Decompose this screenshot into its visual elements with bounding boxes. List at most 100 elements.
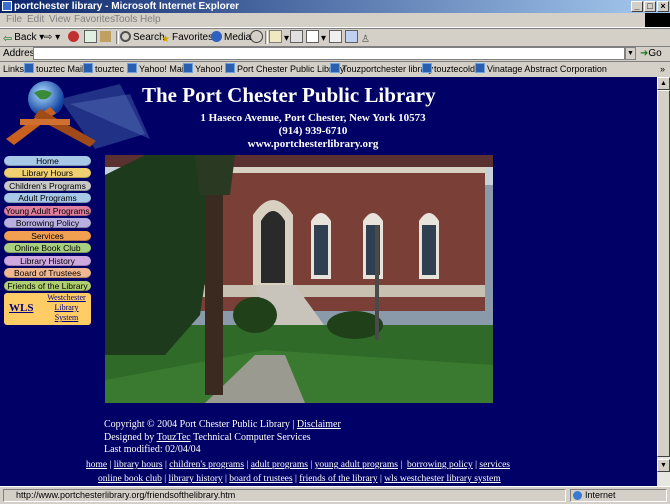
close-button[interactable]: × [657, 1, 669, 12]
nav-borrowing-policy[interactable]: Borrowing Policy [4, 218, 91, 228]
favorites-button[interactable]: ★ Favorites [161, 30, 213, 45]
footer-designer-line: Designed by TouzTec Technical Computer S… [104, 432, 311, 443]
history-button[interactable] [250, 30, 265, 45]
bottom-link-online-book-club[interactable]: online book club [98, 474, 162, 484]
media-icon [211, 31, 222, 42]
bottom-link-board-of-trustees[interactable]: board of trustees [229, 474, 292, 484]
link-yahoo[interactable]: Yahoo! [183, 62, 223, 77]
link-yahoo-mail[interactable]: Yahoo! Mail [127, 62, 186, 77]
internet-globe-icon [573, 491, 582, 500]
nav-board-of-trustees[interactable]: Board of Trustees [4, 268, 91, 278]
vertical-scrollbar[interactable]: ▲ ▼ [657, 77, 670, 486]
library-website: www.portchesterlibrary.org [247, 138, 379, 150]
minimize-button[interactable]: _ [631, 1, 643, 12]
menu-tools[interactable]: Tools [114, 13, 137, 27]
toolbar: ⇦ Back ▾ ⇨ ▾ Search ★ Favorites Media ▾ ▾ … [0, 28, 670, 47]
wls-link-box[interactable]: WLS Westchester Library System [4, 293, 91, 325]
menu-file[interactable]: File [6, 13, 22, 27]
nav-young-adult-programs[interactable]: Young Adult Programs [4, 206, 91, 216]
scroll-thumb[interactable] [657, 90, 670, 457]
back-arrow-icon: ⇦ [3, 33, 13, 45]
search-button[interactable]: Search [120, 30, 165, 45]
bottom-nav-row-1: home | library hours | children's progra… [86, 460, 510, 470]
wls-name: Westchester Library System [47, 293, 86, 322]
print-button[interactable] [290, 30, 305, 45]
back-button[interactable]: ⇦ Back ▾ [3, 30, 44, 45]
link-touztec[interactable]: touztec [83, 62, 124, 77]
link-touztec-mail[interactable]: touztec Mail [24, 62, 84, 77]
research-icon [345, 30, 358, 43]
nav-services[interactable]: Services [4, 231, 91, 241]
library-address: 1 Haseco Avenue, Port Chester, New York … [200, 112, 426, 124]
address-input[interactable] [33, 47, 625, 60]
bottom-link-library-hours[interactable]: library hours [114, 460, 163, 470]
home-button[interactable] [100, 30, 113, 45]
menu-help[interactable]: Help [140, 13, 161, 27]
links-overflow-chevron[interactable]: » [660, 62, 665, 77]
research-button[interactable] [345, 30, 360, 45]
disclaimer-link[interactable]: Disclaimer [297, 419, 341, 430]
menu-view[interactable]: View [49, 13, 71, 27]
refresh-icon [84, 30, 97, 43]
link-vinatage-abstract[interactable]: Vinatage Abstract Corporation [475, 62, 607, 77]
nav-adult-programs[interactable]: Adult Programs [4, 193, 91, 203]
nav-library-history[interactable]: Library History [4, 256, 91, 266]
nav-friends-of-the-library[interactable]: Friends of the Library [4, 281, 91, 291]
forward-button[interactable]: ⇨ ▾ [44, 30, 60, 45]
media-button[interactable]: Media [211, 30, 251, 45]
messenger-button[interactable]: ♙ [361, 30, 372, 45]
bottom-link-borrowing-policy[interactable]: borrowing policy [407, 460, 473, 470]
touztec-link[interactable]: TouzTec [157, 432, 191, 443]
refresh-button[interactable] [84, 30, 99, 45]
bottom-link-library-history[interactable]: library history [169, 474, 223, 484]
stop-button[interactable] [68, 30, 81, 45]
discuss-button[interactable] [329, 30, 344, 45]
stop-icon [68, 31, 79, 42]
scroll-up-button[interactable]: ▲ [657, 77, 670, 90]
library-logo [6, 81, 150, 149]
mail-button[interactable]: ▾ [269, 30, 289, 45]
library-phone: (914) 939-6710 [278, 125, 348, 137]
library-building-photo [105, 155, 493, 403]
status-bar: http://www.portchesterlibrary.org/friend… [0, 486, 670, 504]
menu-edit[interactable]: Edit [27, 13, 44, 27]
page-title: The Port Chester Public Library [142, 83, 436, 107]
star-icon: ★ [161, 34, 170, 45]
link-touztecold[interactable]: touztecold [422, 62, 475, 77]
go-button[interactable]: ➜Go [640, 47, 662, 60]
link-touzportchester-library[interactable]: Touzportchester library [330, 62, 433, 77]
address-bar: Address ▼ ➜Go [0, 46, 670, 61]
discuss-icon [329, 30, 342, 43]
ie-icon [2, 1, 12, 11]
nav-home[interactable]: Home [4, 156, 91, 166]
links-bar: Links touztec Mail touztec Yahoo! Mail Y… [0, 61, 670, 78]
bottom-link-friends-of-the-library[interactable]: friends of the library [299, 474, 377, 484]
print-icon [290, 30, 303, 43]
status-url: http://www.portchesterlibrary.org/friend… [3, 489, 566, 502]
edit-button[interactable]: ▾ [306, 30, 326, 45]
search-icon [120, 31, 131, 42]
nav-childrens-programs[interactable]: Children's Programs [4, 181, 91, 191]
maximize-button[interactable]: □ [644, 1, 656, 12]
bottom-link-wls[interactable]: wls westchester library system [384, 474, 500, 484]
bottom-link-home[interactable]: home [86, 460, 107, 470]
menubar: File Edit View Favorites Tools Help [0, 13, 670, 28]
forward-arrow-icon: ⇨ ▾ [44, 32, 61, 43]
nav-online-book-club[interactable]: Online Book Club [4, 243, 91, 253]
bottom-link-young-adult-programs[interactable]: young adult programs [315, 460, 398, 470]
link-port-chester-library[interactable]: Port Chester Public Library [225, 62, 345, 77]
menu-favorites[interactable]: Favorites [74, 13, 115, 27]
bottom-link-childrens-programs[interactable]: children's programs [169, 460, 244, 470]
wls-abbr: WLS [9, 302, 34, 314]
address-dropdown-button[interactable]: ▼ [625, 47, 636, 60]
footer-last-modified: Last modified: 02/04/04 [104, 444, 201, 455]
windows-logo-icon [645, 13, 670, 27]
status-zone: Internet [570, 489, 667, 502]
bottom-link-services[interactable]: services [479, 460, 510, 470]
bottom-link-adult-programs[interactable]: adult programs [251, 460, 308, 470]
messenger-icon: ♙ [361, 34, 370, 45]
nav-library-hours[interactable]: Library Hours [4, 168, 91, 178]
footer-copyright-line: Copyright © 2004 Port Chester Public Lib… [104, 419, 341, 430]
links-label: Links [3, 64, 25, 74]
scroll-down-button[interactable]: ▼ [657, 459, 670, 472]
